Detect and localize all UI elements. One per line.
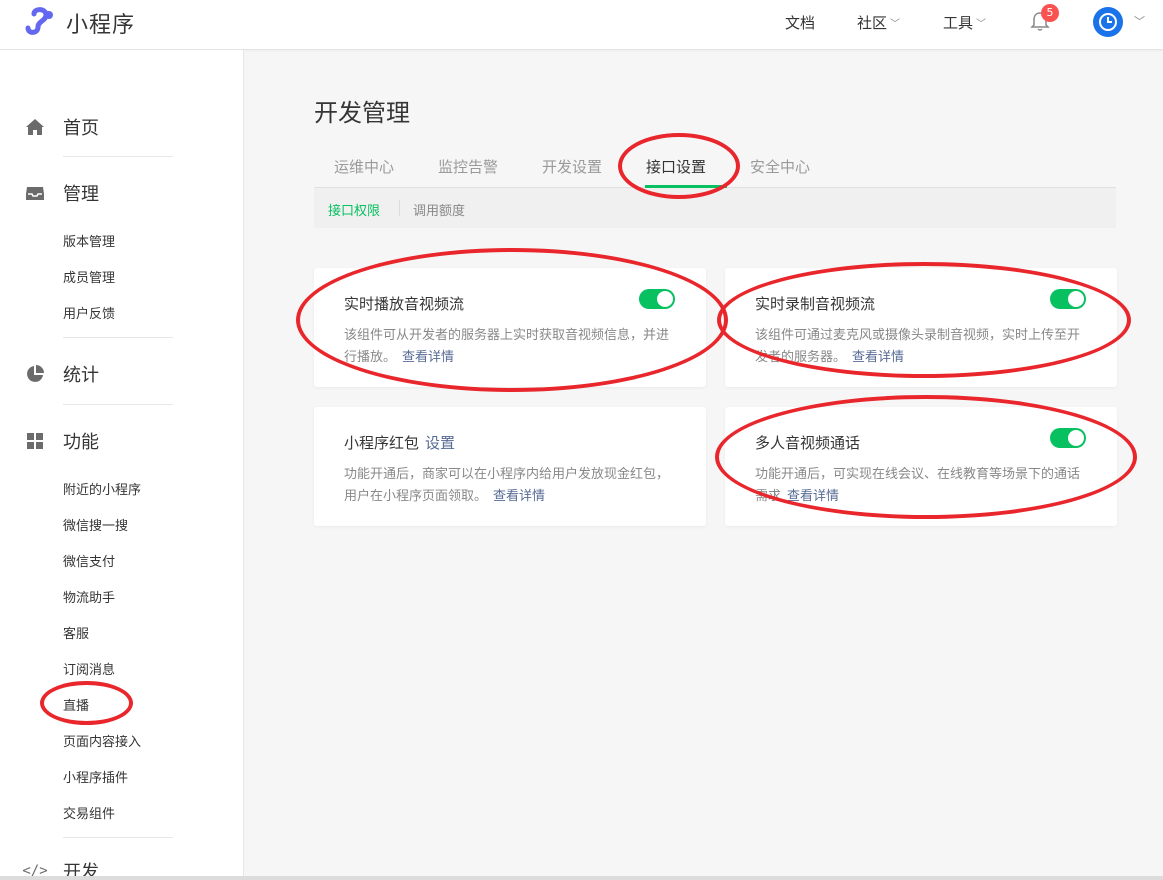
sidebar-item-features[interactable]: 功能 [24, 428, 99, 454]
nav-tools-link[interactable]: 工具 ﹀ [943, 12, 986, 33]
sidebar-item-trade-component[interactable]: 交易组件 [63, 803, 115, 822]
sidebar-item-label: 首页 [63, 118, 99, 139]
card-red-packet: 小程序红包 设置 功能开通后，商家可以在小程序内给用户发放现金红包，用户在小程序页… [314, 407, 706, 526]
view-details-link[interactable]: 查看详情 [852, 350, 904, 365]
sidebar-item-logistics[interactable]: 物流助手 [63, 587, 115, 606]
home-icon [24, 116, 46, 138]
divider [399, 200, 400, 216]
card-title-text: 小程序红包 [344, 434, 420, 452]
card-title: 实时播放音视频流 [344, 295, 465, 313]
live-play-toggle[interactable] [639, 289, 675, 309]
app-title: 小程序 [66, 13, 136, 38]
sidebar-item-member-manage[interactable]: 成员管理 [63, 267, 115, 286]
nav-tools-label: 工具 [943, 14, 974, 32]
clock-avatar-icon [1099, 13, 1117, 31]
subtab-bar: 接口权限 调用额度 [314, 188, 1116, 228]
divider [63, 156, 173, 157]
subtab-call-quota[interactable]: 调用额度 [413, 200, 465, 219]
nav-docs-label: 文档 [785, 14, 816, 32]
multi-video-call-toggle[interactable] [1050, 428, 1086, 448]
chevron-down-icon: ﹀ [890, 19, 901, 30]
grid-icon [24, 430, 46, 452]
card-live-play: 实时播放音视频流 该组件可从开发者的服务器上实时获取音视频信息，并进行播放。 查看… [314, 268, 706, 387]
view-details-link[interactable]: 查看详情 [402, 350, 454, 365]
chevron-down-icon: ﹀ [976, 19, 987, 30]
card-desc-text: 该组件可通过麦克风或摄像头录制音视频，实时上传至开发者的服务器。 [755, 328, 1081, 365]
sidebar-item-wechat-pay[interactable]: 微信支付 [63, 551, 115, 570]
view-details-link[interactable]: 查看详情 [493, 489, 545, 504]
card-description: 该组件可通过麦克风或摄像头录制音视频，实时上传至开发者的服务器。 查看详情 [755, 325, 1090, 369]
sidebar-item-label: 统计 [63, 365, 99, 386]
divider [63, 337, 173, 338]
settings-link[interactable]: 设置 [425, 434, 455, 452]
top-bar: 小程序 文档 社区 ﹀ 工具 ﹀ 5 ﹀ [0, 0, 1163, 50]
sidebar-item-customer-service[interactable]: 客服 [63, 623, 89, 642]
avatar[interactable] [1093, 7, 1123, 37]
tab-monitoring[interactable]: 监控告警 [438, 156, 498, 177]
sidebar-item-version-manage[interactable]: 版本管理 [63, 231, 115, 250]
tab-dev-settings[interactable]: 开发设置 [542, 156, 602, 177]
toggle-knob [657, 291, 673, 307]
card-live-record: 实时录制音视频流 该组件可通过麦克风或摄像头录制音视频，实时上传至开发者的服务器… [725, 268, 1117, 387]
tab-api-settings[interactable]: 接口设置 [646, 156, 706, 177]
sidebar-item-subscription[interactable]: 订阅消息 [63, 659, 115, 678]
nav-docs-link[interactable]: 文档 [785, 12, 815, 33]
bottom-edge [0, 876, 1163, 880]
toggle-knob [1068, 430, 1084, 446]
sidebar-item-live[interactable]: 直播 [63, 695, 89, 714]
divider [63, 404, 173, 405]
tab-bar: 运维中心 监控告警 开发设置 接口设置 安全中心 [314, 148, 1116, 188]
sidebar-item-label: 功能 [63, 432, 99, 453]
card-title: 小程序红包 设置 [344, 432, 455, 453]
card-desc-text: 该组件可从开发者的服务器上实时获取音视频信息，并进行播放。 [344, 328, 670, 365]
card-description: 功能开通后，商家可以在小程序内给用户发放现金红包，用户在小程序页面领取。 查看详情 [344, 464, 679, 508]
card-multi-video-call: 多人音视频通话 功能开通后，可实现在线会议、在线教育等场景下的通话需求 查看详情 [725, 407, 1117, 526]
nav-community-link[interactable]: 社区 ﹀ [857, 12, 900, 33]
card-description: 功能开通后，可实现在线会议、在线教育等场景下的通话需求 查看详情 [755, 464, 1090, 508]
live-record-toggle[interactable] [1050, 289, 1086, 309]
card-title: 多人音视频通话 [755, 434, 861, 452]
sidebar [0, 50, 244, 880]
sidebar-item-user-feedback[interactable]: 用户反馈 [63, 303, 115, 322]
mini-program-logo-icon [24, 6, 58, 40]
card-description: 该组件可从开发者的服务器上实时获取音视频信息，并进行播放。 查看详情 [344, 325, 679, 369]
sidebar-item-plugins[interactable]: 小程序插件 [63, 767, 128, 786]
sidebar-item-manage[interactable]: 管理 [24, 180, 99, 206]
card-title: 实时录制音视频流 [755, 295, 876, 313]
divider [63, 837, 173, 838]
sidebar-item-content-access[interactable]: 页面内容接入 [63, 731, 141, 750]
sidebar-item-label: 管理 [63, 184, 99, 205]
chevron-down-icon[interactable]: ﹀ [1134, 13, 1145, 29]
toggle-knob [1068, 291, 1084, 307]
notification-badge: 5 [1041, 4, 1059, 22]
tab-security-center[interactable]: 安全中心 [750, 156, 810, 177]
subtab-api-permissions[interactable]: 接口权限 [328, 200, 380, 219]
sidebar-item-wechat-search[interactable]: 微信搜一搜 [63, 515, 128, 534]
tab-ops-center[interactable]: 运维中心 [334, 156, 394, 177]
sidebar-item-stats[interactable]: 统计 [24, 361, 99, 387]
inbox-icon [24, 182, 46, 204]
logo[interactable]: 小程序 [24, 6, 135, 40]
view-details-link[interactable]: 查看详情 [787, 489, 839, 504]
sidebar-item-nearby-mini-programs[interactable]: 附近的小程序 [63, 479, 141, 498]
page-title: 开发管理 [314, 99, 410, 127]
sidebar-item-home[interactable]: 首页 [24, 114, 99, 140]
pie-chart-icon [24, 363, 46, 385]
nav-community-label: 社区 [857, 14, 888, 32]
